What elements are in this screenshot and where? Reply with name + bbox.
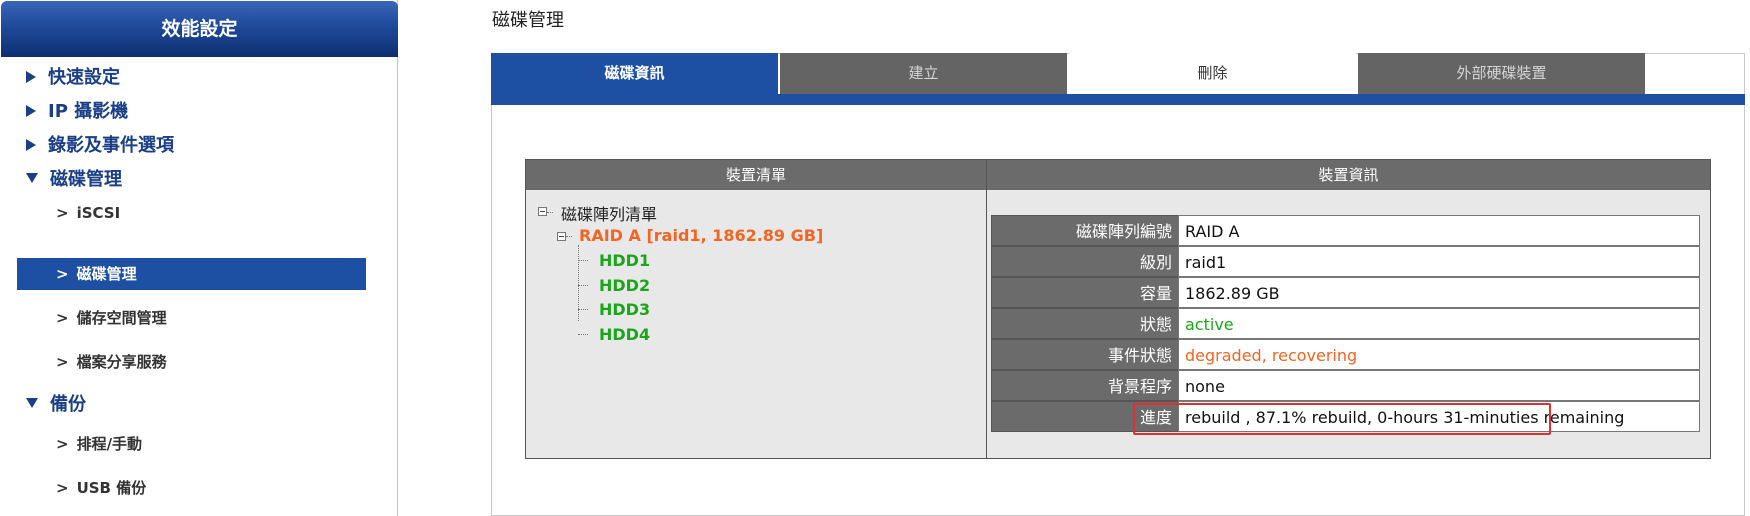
info-value-status: active <box>1178 308 1700 339</box>
device-info-header: 裝置資訊 <box>987 160 1710 190</box>
collapse-icon[interactable] <box>538 207 547 216</box>
collapse-icon[interactable] <box>557 232 566 241</box>
info-key: 容量 <box>991 277 1178 308</box>
column-divider <box>986 160 987 458</box>
sidebar-title: 效能設定 <box>1 1 398 57</box>
info-row: 容量 1862.89 GB <box>991 277 1700 308</box>
sub-item-usb-backup[interactable]: > USB 備份 <box>56 473 146 503</box>
triangle-right-icon <box>26 139 36 151</box>
tree-connector <box>547 212 553 213</box>
info-key: 級別 <box>991 246 1178 277</box>
info-value: 1862.89 GB <box>1178 277 1700 308</box>
info-key: 磁碟陣列編號 <box>991 215 1178 246</box>
tree-connector <box>578 309 588 310</box>
tab-underline <box>491 94 1745 105</box>
device-list-header: 裝置清單 <box>526 160 986 190</box>
info-row: 事件狀態 degraded, recovering <box>991 339 1700 370</box>
info-row: 級別 raid1 <box>991 246 1700 277</box>
tree-disk-node[interactable]: HDD2 <box>599 276 650 295</box>
info-row: 磁碟陣列編號 RAID A <box>991 215 1700 246</box>
info-value: raid1 <box>1178 246 1700 277</box>
tree-disk-node[interactable]: HDD4 <box>599 325 650 344</box>
info-row: 狀態 active <box>991 308 1700 339</box>
tab-external-drive[interactable]: 外部硬碟裝置 <box>1358 53 1645 94</box>
info-key: 狀態 <box>991 308 1178 339</box>
triangle-down-icon <box>26 173 38 183</box>
info-value: none <box>1178 370 1700 401</box>
tree-root-label[interactable]: 磁碟陣列清單 <box>561 201 657 225</box>
sidebar: 效能設定 快速設定 IP 攝影機 錄影及事件選項 磁碟管理 > iSCSI > 磁碟… <box>0 0 398 516</box>
triangle-right-icon <box>26 105 36 117</box>
sub-item-disk-management[interactable]: > 磁碟管理 <box>17 258 366 290</box>
info-value-event-status: degraded, recovering <box>1178 339 1700 370</box>
info-row: 背景程序 none <box>991 370 1700 401</box>
info-value-progress: rebuild , 87.1% rebuild, 0-hours 31-minu… <box>1178 401 1700 432</box>
tree-disk-node[interactable]: HDD1 <box>599 251 650 270</box>
triangle-right-icon <box>26 71 36 83</box>
sub-item-storage-space[interactable]: > 儲存空間管理 <box>56 303 167 333</box>
tab-create[interactable]: 建立 <box>780 53 1067 94</box>
sub-item-file-sharing[interactable]: > 檔案分享服務 <box>56 347 167 377</box>
info-key: 背景程序 <box>991 370 1178 401</box>
info-key: 事件狀態 <box>991 339 1178 370</box>
tab-delete[interactable]: 刪除 <box>1069 53 1356 94</box>
info-row: 進度 rebuild , 87.1% rebuild, 0-hours 31-m… <box>991 401 1700 432</box>
info-value: RAID A <box>1178 215 1700 246</box>
menu-item-quick-setup[interactable]: 快速設定 <box>26 63 120 93</box>
tree-connector <box>578 334 588 335</box>
tree-connector <box>566 236 572 237</box>
menu-item-disk-management[interactable]: 磁碟管理 <box>26 165 122 195</box>
page-title: 磁碟管理 <box>492 10 564 31</box>
sub-item-iscsi[interactable]: > iSCSI <box>56 198 120 228</box>
menu-item-backup[interactable]: 備份 <box>26 390 86 420</box>
menu-item-recording-events[interactable]: 錄影及事件選項 <box>26 131 174 161</box>
info-key: 進度 <box>991 401 1178 432</box>
menu-item-ip-camera[interactable]: IP 攝影機 <box>26 97 128 127</box>
sub-item-schedule-manual[interactable]: > 排程/手動 <box>56 429 142 459</box>
tree-connector <box>578 260 588 261</box>
triangle-down-icon <box>26 398 38 408</box>
tree-raid-node[interactable]: RAID A [raid1, 1862.89 GB] <box>579 226 823 245</box>
tree-disk-node[interactable]: HDD3 <box>599 300 650 319</box>
tree-connector <box>578 285 588 286</box>
tab-disk-info[interactable]: 磁碟資訊 <box>491 53 778 94</box>
